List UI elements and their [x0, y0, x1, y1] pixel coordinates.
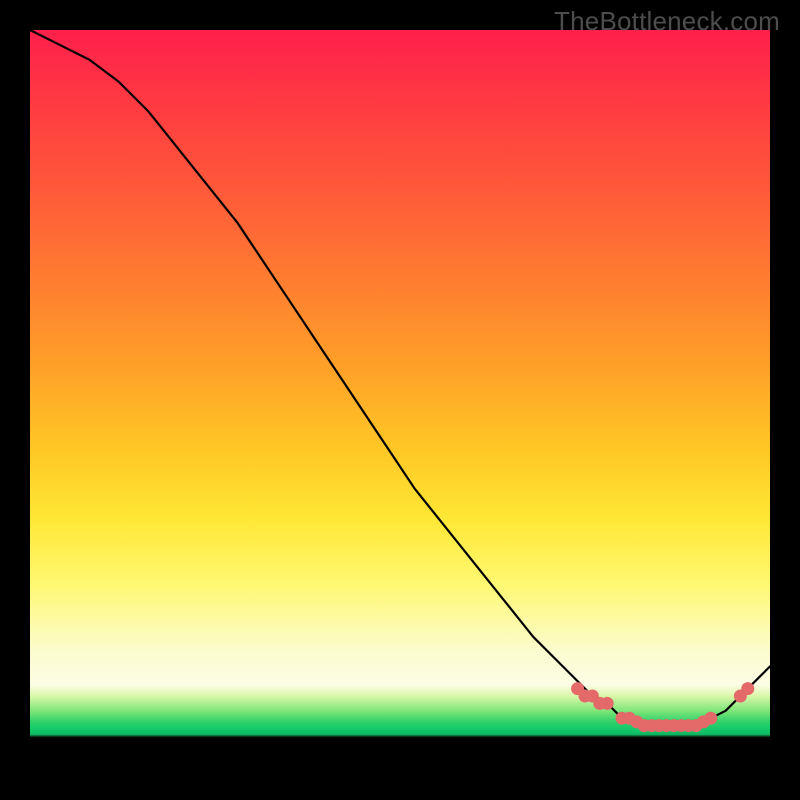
- data-point-marker: [638, 719, 651, 732]
- data-point-marker: [734, 690, 747, 703]
- data-point-marker: [616, 712, 629, 725]
- data-point-marker: [682, 719, 695, 732]
- series-markers: [571, 682, 754, 732]
- data-point-marker: [667, 719, 680, 732]
- data-point-marker: [593, 697, 606, 710]
- data-point-marker: [741, 682, 754, 695]
- data-point-marker: [630, 715, 643, 728]
- series-line: [30, 30, 770, 726]
- data-point-marker: [586, 690, 599, 703]
- data-point-marker: [579, 690, 592, 703]
- plot-area: [30, 30, 770, 770]
- chart-svg: [30, 30, 770, 770]
- data-point-marker: [645, 719, 658, 732]
- data-point-marker: [571, 682, 584, 695]
- data-point-marker: [697, 715, 710, 728]
- data-point-marker: [704, 712, 717, 725]
- data-point-marker: [623, 712, 636, 725]
- data-point-marker: [675, 719, 688, 732]
- data-point-marker: [601, 697, 614, 710]
- data-point-marker: [690, 719, 703, 732]
- chart-frame: TheBottleneck.com: [0, 0, 800, 800]
- data-point-marker: [653, 719, 666, 732]
- data-point-marker: [660, 719, 673, 732]
